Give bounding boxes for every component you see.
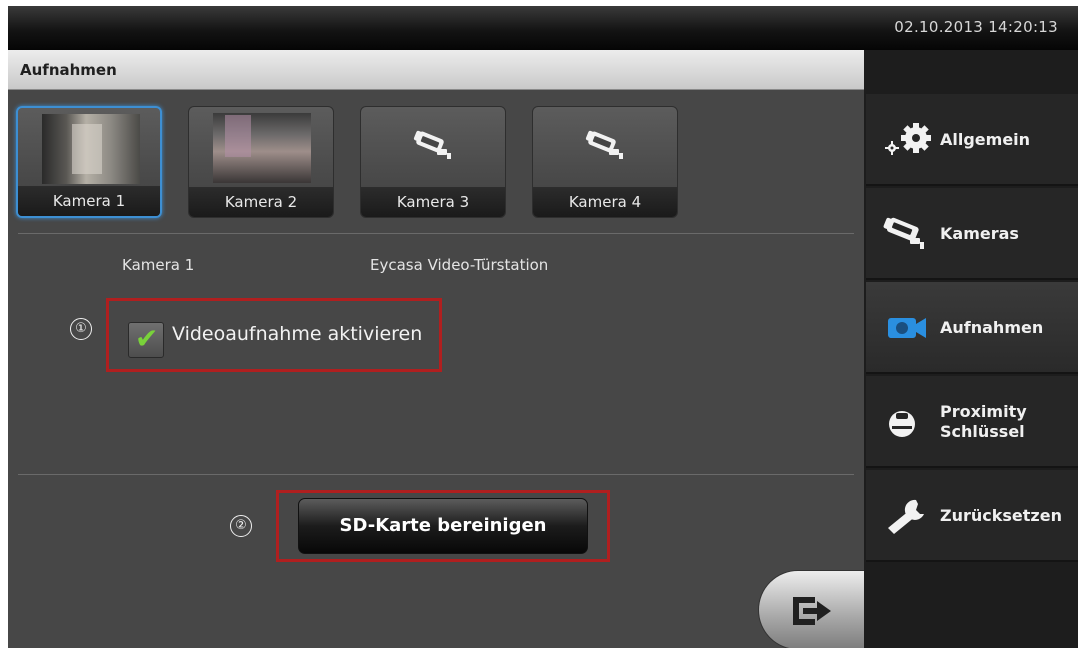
station-name: Eycasa Video-Türstation bbox=[370, 256, 549, 274]
sidebar-item-label: Aufnahmen bbox=[940, 318, 1044, 337]
recording-icon bbox=[888, 318, 926, 338]
sidebar-item-label: Zurücksetzen bbox=[940, 506, 1062, 525]
marker-2: ② bbox=[230, 515, 252, 537]
record-video-label[interactable]: Videoaufnahme aktivieren bbox=[172, 323, 422, 345]
divider bbox=[18, 233, 854, 234]
camera-tile-label: Kamera 2 bbox=[189, 187, 333, 217]
title-bar: Aufnahmen bbox=[8, 50, 864, 90]
sidebar-item-label: Kameras bbox=[940, 224, 1019, 243]
camera-tile-2[interactable]: Kamera 2 bbox=[188, 106, 334, 218]
app-screen: 02.10.2013 14:20:13 Aufnahmen Kamera 1 K… bbox=[8, 6, 1078, 648]
sidebar-item-label-line1: Proximity bbox=[940, 402, 1027, 421]
camera-tile-3[interactable]: Kamera 3 bbox=[360, 106, 506, 218]
sidebar-item-aufnahmen[interactable]: Aufnahmen bbox=[866, 282, 1078, 374]
gear-icon bbox=[885, 123, 931, 155]
camera-tile-label: Kamera 4 bbox=[533, 187, 677, 217]
marker-1: ① bbox=[70, 318, 92, 340]
divider bbox=[18, 474, 854, 475]
sidebar-item-proximity-schluessel[interactable]: Proximity Schlüssel bbox=[866, 376, 1078, 468]
exit-button[interactable] bbox=[758, 570, 878, 648]
camera-icon bbox=[413, 130, 451, 159]
sidebar-item-allgemein[interactable]: Allgemein bbox=[866, 94, 1078, 186]
camera-tile-4[interactable]: Kamera 4 bbox=[532, 106, 678, 218]
settings-sidebar: Allgemein Kameras Aufnahmen Proximity Sc… bbox=[864, 50, 1078, 648]
status-bar: 02.10.2013 14:20:13 bbox=[8, 6, 1078, 50]
wrench-icon bbox=[888, 499, 924, 534]
sidebar-item-zuruecksetzen[interactable]: Zurücksetzen bbox=[866, 470, 1078, 562]
exit-arrow-icon bbox=[793, 597, 831, 625]
checkmark-icon: ✔ bbox=[135, 322, 159, 355]
selected-camera-name: Kamera 1 bbox=[122, 256, 195, 274]
camera-2-thumbnail bbox=[213, 113, 311, 183]
clear-sd-card-button[interactable]: SD-Karte bereinigen bbox=[298, 498, 588, 554]
datetime-display: 02.10.2013 14:20:13 bbox=[894, 18, 1058, 36]
page-title: Aufnahmen bbox=[20, 61, 117, 79]
main-content: Kamera 1 Kamera 2 Kamera 3 Kamera 4 Kame… bbox=[8, 90, 878, 648]
sidebar-item-kameras[interactable]: Kameras bbox=[866, 188, 1078, 280]
sidebar-item-label-line2: Schlüssel bbox=[940, 422, 1025, 441]
camera-icon bbox=[883, 217, 924, 249]
camera-tile-label: Kamera 1 bbox=[18, 186, 160, 216]
key-fob-icon bbox=[889, 411, 915, 437]
camera-1-thumbnail bbox=[42, 114, 140, 184]
record-video-checkbox[interactable]: ✔ bbox=[128, 322, 164, 358]
camera-tile-1[interactable]: Kamera 1 bbox=[16, 106, 162, 218]
sidebar-item-label: Allgemein bbox=[940, 130, 1031, 149]
camera-tile-label: Kamera 3 bbox=[361, 187, 505, 217]
camera-icon bbox=[585, 130, 623, 159]
